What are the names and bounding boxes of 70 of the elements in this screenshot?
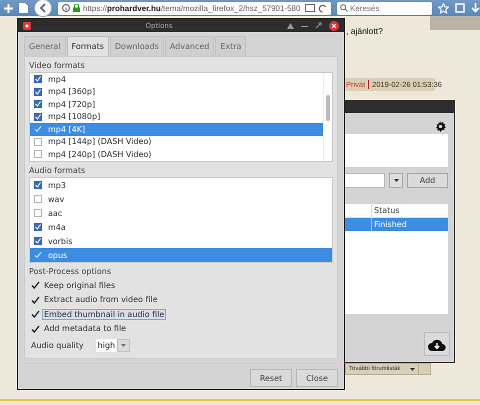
close-icon[interactable] <box>329 20 339 30</box>
list-item[interactable]: aac <box>30 206 332 220</box>
checkbox[interactable] <box>34 150 42 158</box>
checkbox[interactable] <box>34 112 42 121</box>
checkbox[interactable] <box>34 209 42 217</box>
caret-icon <box>410 368 415 370</box>
checkbox[interactable] <box>34 75 42 84</box>
list-item[interactable]: mp4 [720p] <box>30 98 323 110</box>
option-label[interactable]: Keep original files <box>42 280 118 291</box>
back-icon[interactable] <box>34 0 52 17</box>
checkbox[interactable] <box>31 324 40 333</box>
post-title: , ajánlott? <box>346 26 383 36</box>
option-label[interactable]: Embed thumbnail in audio file <box>42 308 166 320</box>
address-bar[interactable]: https://prohardver.hu/tema/mozilla_firefox_2/hsz_57901-580 <box>58 2 331 14</box>
list-item[interactable]: wav <box>30 192 332 206</box>
tab[interactable]: Advanced <box>164 36 214 56</box>
search-field[interactable]: Keresés <box>337 2 432 14</box>
checkbox[interactable] <box>34 195 42 203</box>
caret-icon <box>394 179 398 182</box>
list-item[interactable]: mp3 <box>30 178 332 192</box>
download-button[interactable] <box>424 332 450 356</box>
search-icon <box>340 4 348 12</box>
checkbox[interactable] <box>34 138 42 146</box>
cloud-download-icon <box>428 338 446 350</box>
page-background <box>430 16 480 30</box>
option-label[interactable]: Add metadata to file <box>42 323 128 334</box>
reader-icon[interactable] <box>305 4 315 12</box>
option-label[interactable]: Extract audio from video file <box>42 294 160 306</box>
lock-icon <box>73 4 80 12</box>
pin-icon[interactable] <box>287 22 294 28</box>
checkbox[interactable] <box>34 88 42 96</box>
star-icon[interactable] <box>438 2 449 14</box>
column-header[interactable]: Status <box>371 204 400 217</box>
dialog-button[interactable]: Reset <box>250 369 292 387</box>
tab[interactable]: Formats <box>66 36 109 56</box>
checkbox[interactable] <box>31 281 40 290</box>
dialog-button[interactable]: Close <box>296 369 338 387</box>
checkbox[interactable] <box>34 181 42 189</box>
add-button[interactable]: Add <box>407 173 448 188</box>
list-item[interactable]: mp4 <box>30 73 323 86</box>
url-text: https://prohardver.hu/tema/mozilla_firefox_2/hsz_57901-580 <box>83 4 302 12</box>
tab[interactable]: Downloads <box>110 36 164 56</box>
section-label: Video formats <box>29 60 86 72</box>
checkbox[interactable] <box>31 296 40 304</box>
list-item[interactable]: mp4 [240p] (DASH Video) <box>30 148 323 160</box>
checkbox[interactable] <box>31 310 40 318</box>
list-item[interactable]: mp4 [144p] (DASH Video) <box>30 136 323 148</box>
dropdown-button[interactable] <box>389 173 403 188</box>
list-item[interactable]: mp4 [360p] <box>30 86 323 98</box>
caret-icon <box>121 344 126 347</box>
tab[interactable]: General <box>24 36 66 56</box>
list-item[interactable]: vorbis <box>30 234 332 248</box>
checkbox[interactable] <box>34 100 42 108</box>
library-icon[interactable] <box>455 3 465 13</box>
audio-quality-label: Audio quality <box>31 341 84 350</box>
checkbox[interactable] <box>34 223 42 231</box>
info-icon[interactable] <box>62 4 70 12</box>
download-icon[interactable] <box>471 2 480 14</box>
reload-icon[interactable] <box>318 4 327 12</box>
section-label: Post-Process options <box>29 266 112 278</box>
settings-icon[interactable] <box>435 121 446 132</box>
maximize-icon[interactable] <box>315 22 322 29</box>
scrollbar[interactable] <box>323 73 332 161</box>
file-icon[interactable] <box>19 3 28 13</box>
plus-icon[interactable] <box>4 4 13 12</box>
section-label: Audio formats <box>29 165 86 177</box>
list-item[interactable]: mp4 [1080p] <box>30 110 323 123</box>
tab[interactable]: Extra <box>215 36 246 56</box>
checkbox[interactable] <box>34 237 42 245</box>
app-icon <box>23 22 31 30</box>
